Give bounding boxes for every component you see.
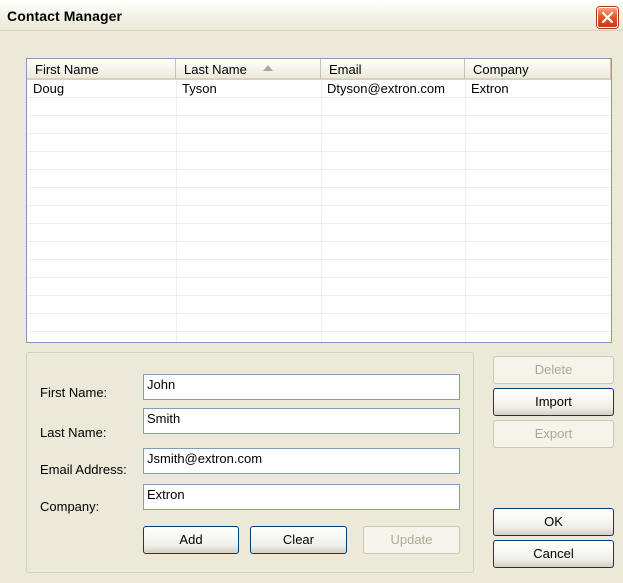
first-name-label: First Name: xyxy=(40,385,108,400)
cell-email: Dtyson@extron.com xyxy=(327,81,445,96)
email-address-field[interactable]: Jsmith@extron.com xyxy=(143,448,460,474)
clear-button[interactable]: Clear xyxy=(250,526,347,554)
empty-row xyxy=(27,188,611,206)
empty-row xyxy=(27,260,611,278)
title-bar: Contact Manager xyxy=(0,0,623,31)
cancel-button[interactable]: Cancel xyxy=(493,540,614,568)
window-title: Contact Manager xyxy=(7,8,123,24)
column-divider xyxy=(176,80,177,342)
ok-button[interactable]: OK xyxy=(493,508,614,536)
import-button[interactable]: Import xyxy=(493,388,614,416)
last-name-label: Last Name: xyxy=(40,425,107,440)
export-button[interactable]: Export xyxy=(493,420,614,448)
empty-row xyxy=(27,170,611,188)
column-header-company[interactable]: Company xyxy=(465,59,611,80)
cell-company: Extron xyxy=(471,81,509,96)
column-header-first-name[interactable]: First Name xyxy=(27,59,176,80)
column-header-email[interactable]: Email xyxy=(321,59,465,80)
empty-row xyxy=(27,224,611,242)
column-header-last-name[interactable]: Last Name xyxy=(176,59,321,80)
last-name-field[interactable]: Smith xyxy=(143,408,460,434)
company-field[interactable]: Extron xyxy=(143,484,460,510)
empty-row xyxy=(27,314,611,332)
contacts-list[interactable]: First Name Last Name Email Company Doug … xyxy=(26,58,612,343)
cell-first-name: Doug xyxy=(33,81,65,96)
empty-row xyxy=(27,242,611,260)
add-button[interactable]: Add xyxy=(143,526,239,554)
empty-row xyxy=(27,206,611,224)
close-button[interactable] xyxy=(597,7,618,28)
empty-row xyxy=(27,134,611,152)
company-label: Company: xyxy=(40,499,100,514)
first-name-field[interactable]: John xyxy=(143,374,460,400)
close-icon xyxy=(602,12,613,23)
table-row[interactable]: Doug Tyson Dtyson@extron.com Extron xyxy=(27,80,611,98)
empty-row xyxy=(27,152,611,170)
update-button[interactable]: Update xyxy=(363,526,460,554)
delete-button[interactable]: Delete xyxy=(493,356,614,384)
sort-ascending-icon xyxy=(263,65,273,71)
empty-row xyxy=(27,296,611,314)
cell-last-name: Tyson xyxy=(182,81,217,96)
empty-row xyxy=(27,332,611,342)
column-divider xyxy=(465,80,466,342)
empty-row xyxy=(27,98,611,116)
column-divider xyxy=(321,80,322,342)
email-address-label: Email Address: xyxy=(40,462,127,477)
empty-row xyxy=(27,116,611,134)
empty-row xyxy=(27,278,611,296)
